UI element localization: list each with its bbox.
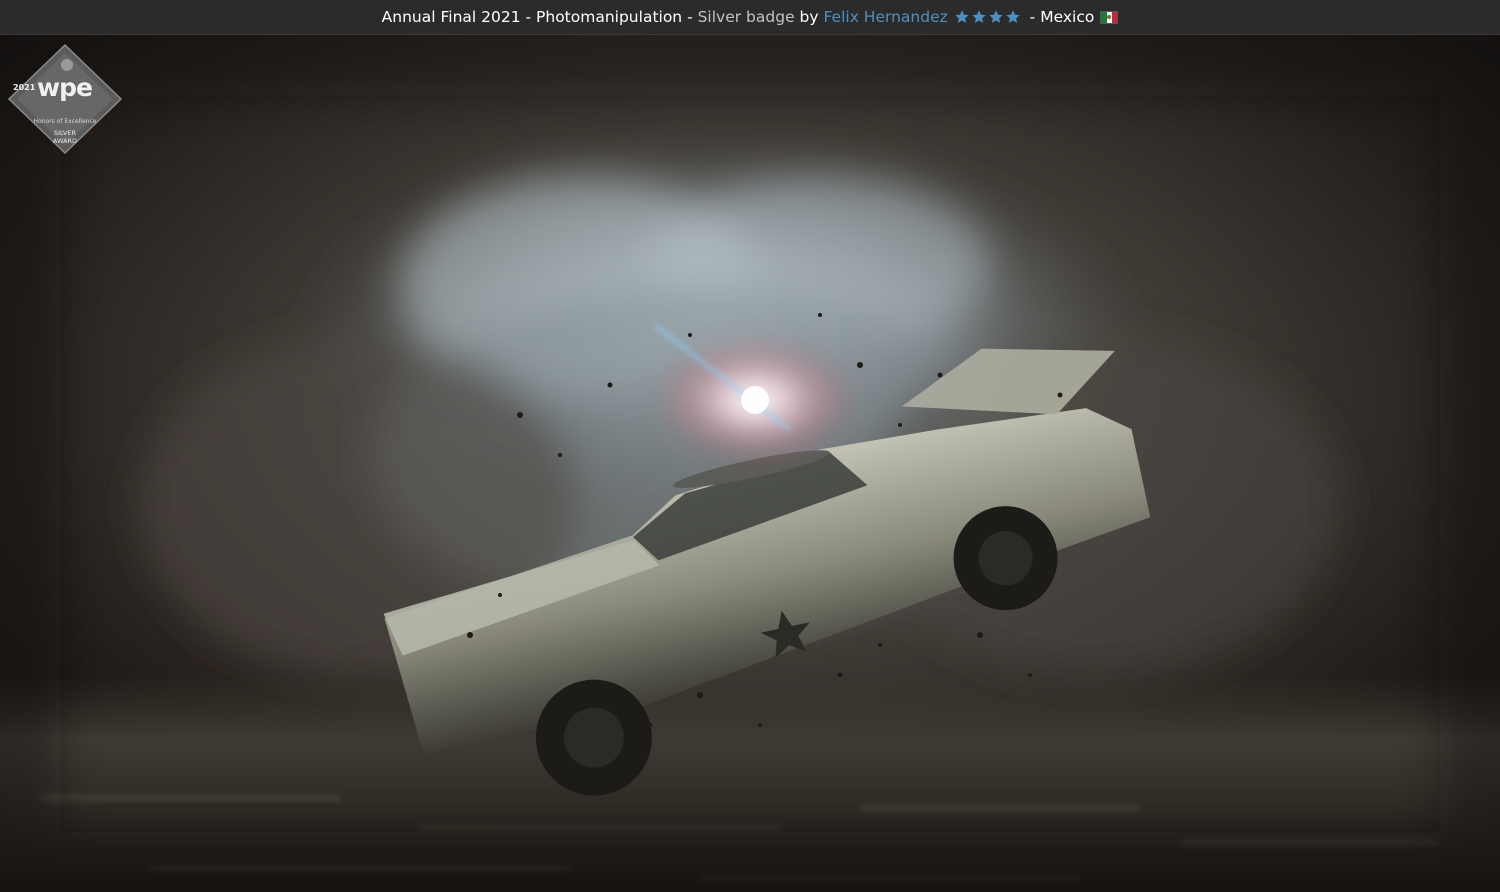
author-link[interactable]: Felix Hernandez — [823, 8, 947, 26]
country-label: Mexico — [1040, 8, 1095, 26]
award-silver: SILVER — [53, 129, 77, 137]
category-label: Photomanipulation — [536, 8, 683, 26]
page: Annual Final 2021 - Photomanipulation - … — [0, 0, 1500, 892]
separator: - — [520, 8, 537, 26]
award-label: AWARD — [52, 137, 78, 145]
by-text: by — [794, 8, 824, 26]
separator: - — [1024, 8, 1041, 26]
mexico-flag-icon — [1100, 10, 1119, 24]
competition-title: Annual Final 2021 — [381, 8, 521, 26]
wpe-logo: wpe — [37, 73, 93, 102]
author-rating — [954, 9, 1021, 25]
award-honors: Honors of Excellence — [33, 118, 97, 125]
star-icon — [1006, 10, 1020, 23]
star-icon — [972, 10, 986, 23]
star-icon — [989, 10, 1003, 23]
badge-label: Silver badge — [697, 8, 795, 26]
photo-artwork — [0, 35, 1500, 892]
title-bar: Annual Final 2021 - Photomanipulation - … — [0, 0, 1500, 35]
star-icon — [955, 10, 969, 23]
separator: - — [682, 8, 698, 26]
globe-icon — [61, 59, 73, 71]
silver-award-badge: 2021 wpe Honors of Excellence SILVER AWA… — [7, 43, 123, 155]
